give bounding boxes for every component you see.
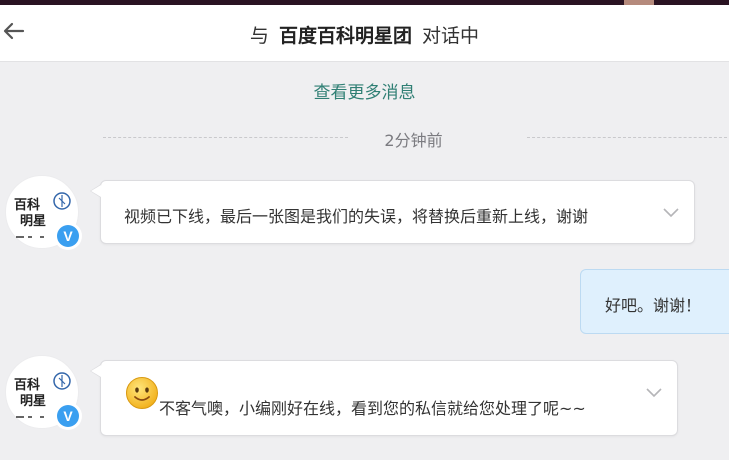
view-more-messages-link[interactable]: 查看更多消息: [0, 78, 729, 103]
avatar[interactable]: 百科 明星 V: [5, 355, 82, 430]
message-bubble-outgoing: 好吧。谢谢！: [580, 269, 729, 334]
chat-title: 与 百度百科明星团 对话中: [0, 21, 729, 48]
message-bubble-incoming: 视频已下线，最后一张图是我们的失误，将替换后重新上线，谢谢: [90, 180, 695, 244]
smile-emoji-icon: [126, 377, 158, 409]
title-prefix: 与: [249, 25, 269, 47]
logo-line-1: 百科: [14, 197, 40, 213]
verified-badge: V: [54, 402, 82, 430]
chevron-down-icon[interactable]: [663, 208, 679, 218]
time-separator: 2分钟前: [100, 127, 727, 150]
message-text: 视频已下线，最后一张图是我们的失误，将替换后重新上线，谢谢: [124, 207, 589, 226]
message-bubble-incoming: 不客气噢，小编刚好在线，看到您的私信就给您处理了呢~~: [90, 360, 678, 436]
avatar[interactable]: 百科 明星 V: [5, 175, 82, 250]
logo-line-2: 明星: [20, 214, 46, 229]
message-text: 好吧。谢谢！: [605, 296, 702, 315]
verified-v: V: [57, 225, 79, 247]
contact-name: 百度百科明星团: [278, 25, 412, 47]
chat-header: 与 百度百科明星团 对话中: [0, 5, 729, 62]
logo-line-1: 百科: [14, 377, 40, 393]
logo-line-2: 明星: [20, 394, 46, 409]
title-suffix: 对话中: [422, 25, 480, 47]
verified-v: V: [57, 405, 79, 427]
message-text: 不客气噢，小编刚好在线，看到您的私信就给您处理了呢~~: [159, 399, 586, 418]
chevron-down-icon[interactable]: [646, 388, 662, 398]
time-separator-label: 2分钟前: [384, 131, 443, 150]
verified-badge: V: [54, 222, 82, 250]
